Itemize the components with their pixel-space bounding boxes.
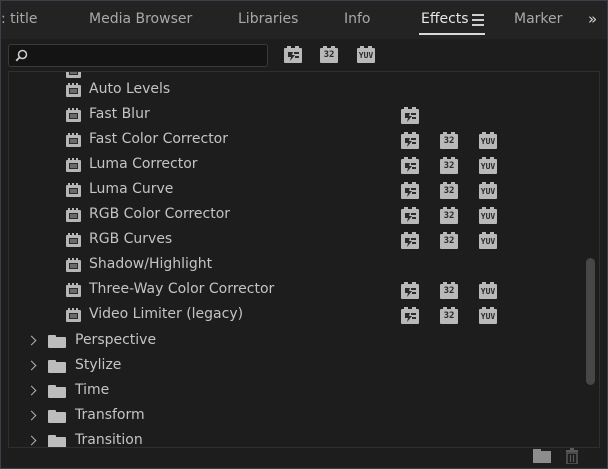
- folder-icon: [48, 410, 66, 423]
- accelerated-effects-icon: [401, 182, 419, 199]
- folder-label: Stylize: [75, 357, 122, 373]
- effect-label: Three-Way Color Corrector: [89, 281, 275, 297]
- tab-effects[interactable]: Effects: [421, 11, 469, 31]
- effect-folder[interactable]: Time: [9, 379, 579, 404]
- effect-icon: [66, 208, 81, 222]
- effect-item[interactable]: RGB Curves 32 YUV: [9, 228, 579, 253]
- chevron-right-icon[interactable]: [26, 410, 37, 421]
- effect-item[interactable]: Fast Color Corrector 32 YUV: [9, 128, 579, 153]
- effect-folder[interactable]: Stylize: [9, 354, 579, 379]
- yuv-icon: YUV: [479, 157, 497, 174]
- effect-item[interactable]: Auto Levels: [9, 78, 579, 103]
- 32bit-icon: 32: [440, 282, 458, 299]
- accelerated-effects-icon: [401, 207, 419, 224]
- tab-overflow-icon[interactable]: »: [584, 10, 607, 32]
- effect-item[interactable]: Three-Way Color Corrector 32 YUV: [9, 278, 579, 303]
- effect-folder[interactable]: Perspective: [9, 329, 579, 354]
- tab-info[interactable]: Info: [344, 11, 371, 31]
- effect-icon: [66, 183, 81, 197]
- effect-icon: [66, 133, 81, 147]
- tab-media-browser[interactable]: Media Browser: [89, 11, 192, 31]
- yuv-filter-button[interactable]: YUV: [356, 46, 376, 64]
- 32bit-icon: 32: [440, 132, 458, 149]
- accelerated-effects-icon: [401, 132, 419, 149]
- accelerated-filter-button[interactable]: [283, 46, 303, 64]
- folder-icon: [48, 335, 66, 348]
- chevron-right-icon[interactable]: [26, 360, 37, 371]
- search-icon: [15, 49, 28, 62]
- effect-icon: [66, 258, 81, 272]
- effect-item[interactable]: Shadow/Highlight: [9, 253, 579, 278]
- effect-label: Fast Blur: [89, 106, 150, 122]
- 32bit-icon: 32: [440, 207, 458, 224]
- search-input[interactable]: [35, 47, 264, 66]
- yuv-icon: YUV: [479, 307, 497, 324]
- 32bit-filter-button[interactable]: 32: [319, 46, 339, 64]
- effect-item[interactable]: Video Limiter (legacy) 32 YUV: [9, 303, 579, 328]
- effect-label: Shadow/Highlight: [89, 256, 213, 272]
- yuv-icon: YUV: [479, 232, 497, 249]
- effect-icon: [66, 72, 81, 78]
- folder-label: Transform: [75, 407, 145, 423]
- 32bit-icon: 32: [440, 182, 458, 199]
- effect-item[interactable]: RGB Color Corrector 32 YUV: [9, 203, 579, 228]
- effect-folder[interactable]: Transform: [9, 404, 579, 429]
- accelerated-effects-icon: [401, 232, 419, 249]
- accelerated-effects-icon: [401, 157, 419, 174]
- accelerated-effects-icon: [401, 307, 419, 324]
- effect-label: Luma Curve: [89, 181, 174, 197]
- new-bin-icon[interactable]: [533, 449, 551, 463]
- chevron-right-icon[interactable]: [26, 335, 37, 346]
- effects-panel: : title Media Browser Libraries Info Eff…: [0, 0, 608, 469]
- effect-item[interactable]: Luma Corrector 32 YUV: [9, 153, 579, 178]
- effect-icon: [66, 233, 81, 247]
- yuv-icon: YUV: [479, 282, 497, 299]
- effect-icon: [66, 283, 81, 297]
- effect-label: Video Limiter (legacy): [89, 306, 244, 322]
- effect-icon: [66, 108, 81, 122]
- tab-marker[interactable]: Marker: [514, 11, 562, 31]
- accelerated-effects-icon: [284, 46, 302, 63]
- tab-libraries[interactable]: Libraries: [238, 11, 298, 31]
- effect-label: RGB Color Corrector: [89, 206, 231, 222]
- effect-item[interactable]: Fast Blur: [9, 103, 579, 128]
- tab-title[interactable]: : title: [1, 11, 38, 31]
- folder-icon: [48, 435, 66, 447]
- accelerated-effects-icon: [401, 282, 419, 299]
- search-field[interactable]: [8, 44, 268, 67]
- effect-label: Fast Color Corrector: [89, 131, 229, 147]
- yuv-icon: YUV: [479, 207, 497, 224]
- 32bit-icon: 32: [440, 232, 458, 249]
- effects-tree: Auto Levels Fast Blur Fast Color Corrector…: [8, 71, 600, 448]
- folder-icon: [48, 385, 66, 398]
- effect-item[interactable]: Luma Curve 32 YUV: [9, 178, 579, 203]
- effect-label: Luma Corrector: [89, 156, 198, 172]
- effect-folder[interactable]: Transition: [9, 429, 579, 448]
- folder-label: Perspective: [75, 332, 157, 348]
- yuv-icon: YUV: [479, 182, 497, 199]
- folder-label: Time: [75, 382, 110, 398]
- 32bit-icon: 32: [440, 157, 458, 174]
- delete-icon[interactable]: [564, 448, 580, 464]
- 32bit-icon: 32: [320, 46, 338, 63]
- effect-label: Auto Levels: [89, 81, 171, 97]
- folder-icon: [48, 360, 66, 373]
- folder-label: Transition: [75, 432, 143, 448]
- active-tab-indicator: [419, 33, 485, 35]
- scrollbar-thumb[interactable]: [586, 258, 595, 385]
- effect-icon: [66, 308, 81, 322]
- 32bit-icon: 32: [440, 307, 458, 324]
- panel-tab-bar: : title Media Browser Libraries Info Eff…: [1, 1, 607, 39]
- accelerated-effects-icon: [401, 107, 419, 124]
- chevron-right-icon[interactable]: [26, 385, 37, 396]
- panel-menu-icon[interactable]: [472, 14, 484, 26]
- effect-icon: [66, 158, 81, 172]
- yuv-icon: YUV: [357, 46, 375, 63]
- effect-label: RGB Curves: [89, 231, 173, 247]
- chevron-right-icon[interactable]: [26, 435, 37, 446]
- effect-icon: [66, 83, 81, 97]
- yuv-icon: YUV: [479, 132, 497, 149]
